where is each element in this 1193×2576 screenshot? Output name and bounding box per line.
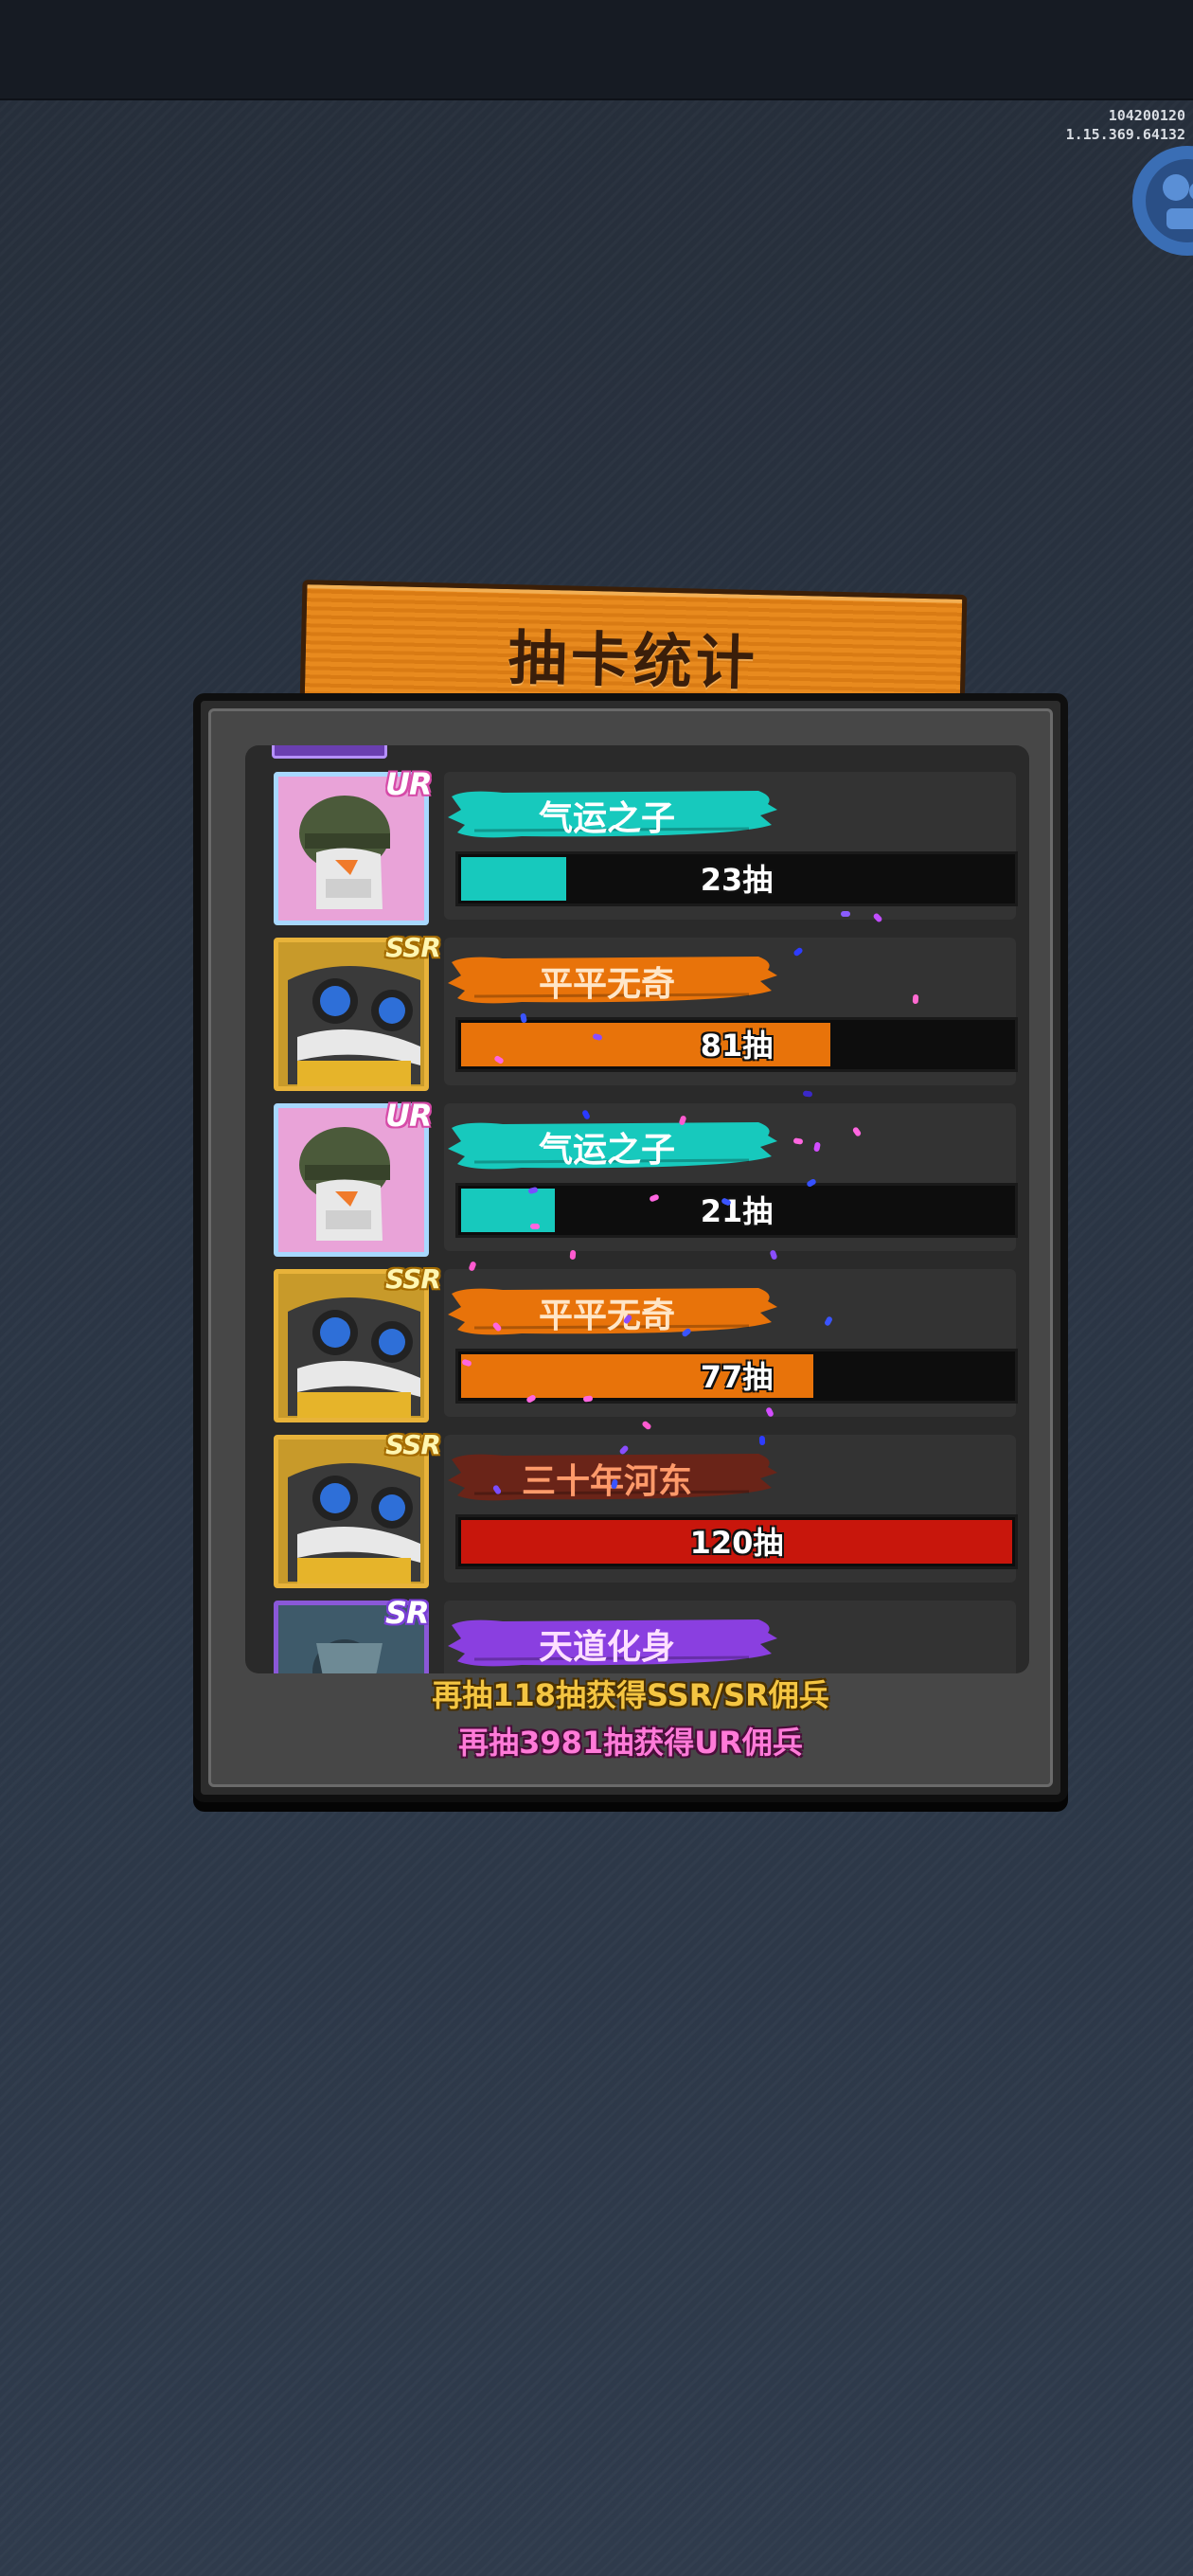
draw-record-row: SSR 平平无奇 77抽 [245, 1256, 1029, 1422]
rarity-badge: SSR [385, 932, 441, 963]
confetti-particle [758, 1435, 766, 1446]
top-bar [0, 0, 1193, 100]
draw-record-row: UR 气运之子 21抽 [245, 1090, 1029, 1257]
draw-count-bar: 81抽 [455, 1017, 1018, 1072]
ssr-pity-text: 再抽118抽获得SSR/SR佣兵 [432, 1677, 829, 1713]
page-title: 抽卡统计 [507, 623, 759, 698]
mercenary-portrait-icon [278, 1440, 424, 1583]
rarity-badge: UR [385, 1098, 433, 1134]
confetti-particle [912, 993, 919, 1005]
luck-title-label: 平平无奇 [538, 965, 675, 1004]
rarity-badge: SSR [385, 1263, 441, 1295]
confetti-particle [802, 1090, 813, 1098]
draw-record-row: SSR 平平无奇 81抽 [245, 924, 1029, 1091]
luck-title-banner: 气运之子 [446, 1118, 779, 1173]
ur-pity-text: 再抽3981抽获得UR佣兵 [458, 1725, 803, 1761]
version-info: 104200120 1.15.369.64132 [1066, 106, 1185, 144]
draw-count-bar: 23抽 [455, 851, 1018, 906]
draw-count-bar: 21抽 [455, 1183, 1018, 1238]
luck-title-banner: 平平无奇 [446, 953, 779, 1008]
luck-title-banner: 天道化身 [446, 1616, 779, 1671]
confetti-particle [529, 1223, 541, 1230]
draw-count-text: 120抽 [689, 1525, 784, 1561]
luck-title-banner: 平平无奇 [446, 1284, 779, 1339]
rarity-badge: UR [385, 766, 433, 802]
luck-title-banner: 气运之子 [446, 787, 779, 842]
luck-title-label: 三十年河东 [521, 1462, 692, 1501]
prev-card-edge [272, 745, 387, 759]
draw-count-text: 23抽 [700, 862, 774, 898]
draw-count-text: 77抽 [700, 1359, 774, 1395]
luck-title-label: 气运之子 [538, 799, 675, 838]
luck-title-label: 平平无奇 [538, 1297, 675, 1335]
mercenary-portrait-icon [278, 942, 424, 1086]
draw-count-text: 81抽 [700, 1028, 774, 1064]
rarity-badge: SR [385, 1595, 430, 1631]
luck-title-banner: 三十年河东 [446, 1450, 779, 1505]
draw-count-bar: 77抽 [455, 1349, 1018, 1404]
luck-title-label: 天道化身 [538, 1628, 675, 1667]
rarity-badge: SSR [385, 1429, 441, 1460]
gacha-stats-panel: UR 气运之子 23抽 SSR 平平无奇 81抽 UR 气运之子 21抽 SSR 平平无奇 77抽 SS… [193, 693, 1068, 1802]
draw-record-row: SSR 三十年河东 120抽 [245, 1422, 1029, 1588]
mercenary-portrait-icon [278, 1274, 424, 1418]
draw-count-bar: 120抽 [455, 1514, 1018, 1569]
draw-record-row: SR 天道化身 [245, 1587, 1029, 1673]
confetti-particle [841, 911, 850, 917]
draw-record-row: UR 气运之子 23抽 [245, 759, 1029, 925]
luck-title-label: 气运之子 [538, 1131, 675, 1170]
build-version: 1.15.369.64132 [1065, 126, 1185, 143]
corner-logo-icon[interactable] [1129, 142, 1193, 265]
panel-inner: UR 气运之子 23抽 SSR 平平无奇 81抽 UR 气运之子 21抽 SSR 平平无奇 77抽 SS… [208, 708, 1053, 1787]
draw-count-text: 21抽 [700, 1193, 774, 1229]
build-id: 104200120 [1108, 107, 1185, 124]
draw-record-list[interactable]: UR 气运之子 23抽 SSR 平平无奇 81抽 UR 气运之子 21抽 SSR 平平无奇 77抽 SS… [245, 745, 1029, 1673]
